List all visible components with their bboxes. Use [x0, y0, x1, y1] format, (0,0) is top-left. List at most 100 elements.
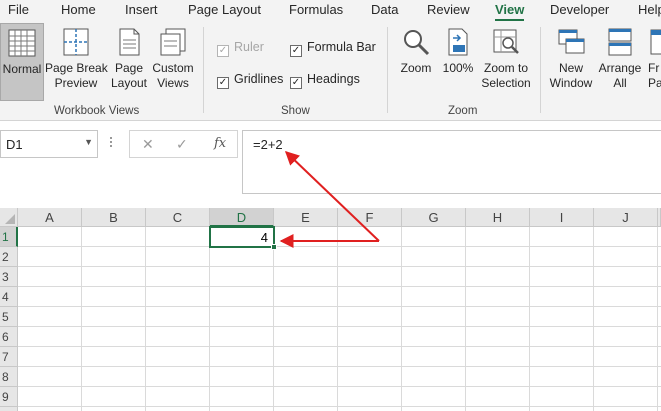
gridline — [18, 326, 661, 327]
column-header-a[interactable]: A — [18, 208, 82, 227]
ruler-check-icon: ✓ — [217, 45, 229, 57]
gridlines-checkbox[interactable]: ✓ Gridlines — [217, 72, 283, 89]
tab-review[interactable]: Review — [427, 2, 470, 17]
formula-bar-checkbox[interactable]: ✓ Formula Bar — [290, 40, 376, 57]
column-header-c[interactable]: C — [146, 208, 210, 227]
formula-buttons: ✕ ✓ fx — [129, 130, 238, 158]
page-break-label-1: Page Break — [45, 61, 108, 75]
column-header-i[interactable]: I — [530, 208, 594, 227]
tab-developer[interactable]: Developer — [550, 2, 609, 17]
enter-icon[interactable]: ✓ — [176, 136, 188, 153]
freeze-panes-label-2: Pa — [648, 76, 661, 90]
formula-bar-label: Formula Bar — [307, 40, 376, 54]
tab-insert[interactable]: Insert — [125, 2, 158, 17]
gridline — [18, 306, 661, 307]
custom-views-icon — [160, 28, 186, 56]
tab-formulas[interactable]: Formulas — [289, 2, 343, 17]
row-header-9[interactable]: 9 — [0, 387, 18, 407]
arrange-all-button[interactable]: Arrange All — [597, 23, 643, 101]
row-header-6[interactable]: 6 — [0, 327, 18, 347]
column-header-d[interactable]: D — [210, 208, 274, 227]
formula-bar-grip[interactable] — [110, 137, 113, 151]
freeze-panes-button[interactable]: Fr Pa — [645, 23, 661, 101]
page-layout-icon — [119, 28, 140, 56]
column-header-h[interactable]: H — [466, 208, 530, 227]
gridline — [18, 246, 661, 247]
gridlines-label: Gridlines — [234, 72, 284, 86]
column-header-b[interactable]: B — [82, 208, 146, 227]
select-all-button[interactable] — [0, 208, 18, 227]
ribbon-view: Normal Page Break Preview Page Layout Cu… — [0, 21, 661, 121]
freeze-panes-icon — [650, 29, 661, 55]
zoom-label: Zoom — [400, 61, 432, 75]
fill-handle[interactable] — [271, 244, 277, 250]
column-header-f[interactable]: F — [338, 208, 402, 227]
new-window-label-1: New — [558, 61, 583, 75]
new-window-icon — [558, 29, 585, 54]
row-header-3[interactable]: 3 — [0, 267, 18, 287]
tab-page-layout[interactable]: Page Layout — [188, 2, 261, 17]
ruler-label: Ruler — [234, 40, 264, 54]
name-box[interactable]: D1 ▼ — [0, 130, 98, 158]
custom-views-button[interactable]: Custom Views — [150, 23, 196, 101]
zoom-button[interactable]: Zoom — [395, 23, 437, 101]
insert-function-icon[interactable]: fx — [214, 136, 226, 151]
magnifier-icon — [404, 30, 430, 56]
cell-value: 4 — [260, 230, 268, 245]
page-break-preview-button[interactable]: Page Break Preview — [45, 23, 108, 101]
tab-data[interactable]: Data — [371, 2, 398, 17]
row-header-1[interactable]: 1 — [0, 227, 18, 247]
arrange-all-label-2: All — [613, 76, 627, 90]
group-divider — [540, 27, 541, 113]
chevron-down-icon[interactable]: ▼ — [84, 137, 93, 147]
arrange-all-icon — [608, 28, 632, 56]
group-divider — [387, 27, 388, 113]
zoom-selection-label-1: Zoom to — [483, 61, 528, 75]
gridline — [273, 227, 274, 411]
active-cell-d1[interactable]: 4 — [209, 226, 275, 248]
headings-checkbox[interactable]: ✓ Headings — [290, 72, 360, 89]
row-header-7[interactable]: 7 — [0, 347, 18, 367]
gridline — [81, 227, 82, 411]
headings-check-icon: ✓ — [290, 77, 302, 89]
new-window-label-2: Window — [549, 76, 593, 90]
tab-view[interactable]: View — [495, 2, 525, 21]
tab-home[interactable]: Home — [61, 2, 96, 17]
normal-label: Normal — [2, 62, 42, 76]
ribbon-tabs: File Home Insert Page Layout Formulas Da… — [0, 0, 661, 21]
page-break-icon — [63, 28, 89, 56]
row-header-4[interactable]: 4 — [0, 287, 18, 307]
row-header-8[interactable]: 8 — [0, 367, 18, 387]
zoom-100-button[interactable]: 100% — [440, 23, 476, 101]
tab-help[interactable]: Help — [638, 2, 661, 17]
column-header-j[interactable]: J — [594, 208, 658, 227]
cancel-icon[interactable]: ✕ — [142, 136, 154, 153]
gridline — [593, 227, 594, 411]
gridline — [18, 286, 661, 287]
custom-views-label-1: Custom — [152, 61, 194, 75]
show-group-label: Show — [281, 105, 310, 117]
column-header-e[interactable]: E — [274, 208, 338, 227]
new-window-button[interactable]: New Window — [547, 23, 595, 101]
gridline — [529, 227, 530, 411]
gridline — [401, 227, 402, 411]
row-header-10[interactable]: 10 — [0, 407, 18, 411]
page-layout-button[interactable]: Page Layout — [109, 23, 149, 101]
tab-file[interactable]: File — [8, 2, 29, 17]
formula-input[interactable]: =2+2 — [242, 130, 661, 194]
gridline — [18, 366, 661, 367]
name-box-value: D1 — [6, 137, 23, 152]
gridlines-check-icon: ✓ — [217, 77, 229, 89]
row-header-2[interactable]: 2 — [0, 247, 18, 267]
workbook-views-group-label: Workbook Views — [54, 105, 140, 117]
gridline — [209, 227, 210, 411]
column-header-g[interactable]: G — [402, 208, 466, 227]
page-layout-label-1: Page — [114, 61, 144, 75]
zoom-to-selection-button[interactable]: Zoom to Selection — [478, 23, 534, 101]
normal-view-button[interactable]: Normal — [0, 23, 44, 101]
freeze-panes-label-1: Fr — [648, 61, 660, 75]
formula-text: =2+2 — [253, 137, 283, 152]
ruler-checkbox[interactable]: ✓ Ruler — [217, 40, 264, 57]
worksheet-grid: A B C D E F G H I J 1 2 3 4 5 6 7 8 9 10… — [0, 208, 661, 411]
row-header-5[interactable]: 5 — [0, 307, 18, 327]
